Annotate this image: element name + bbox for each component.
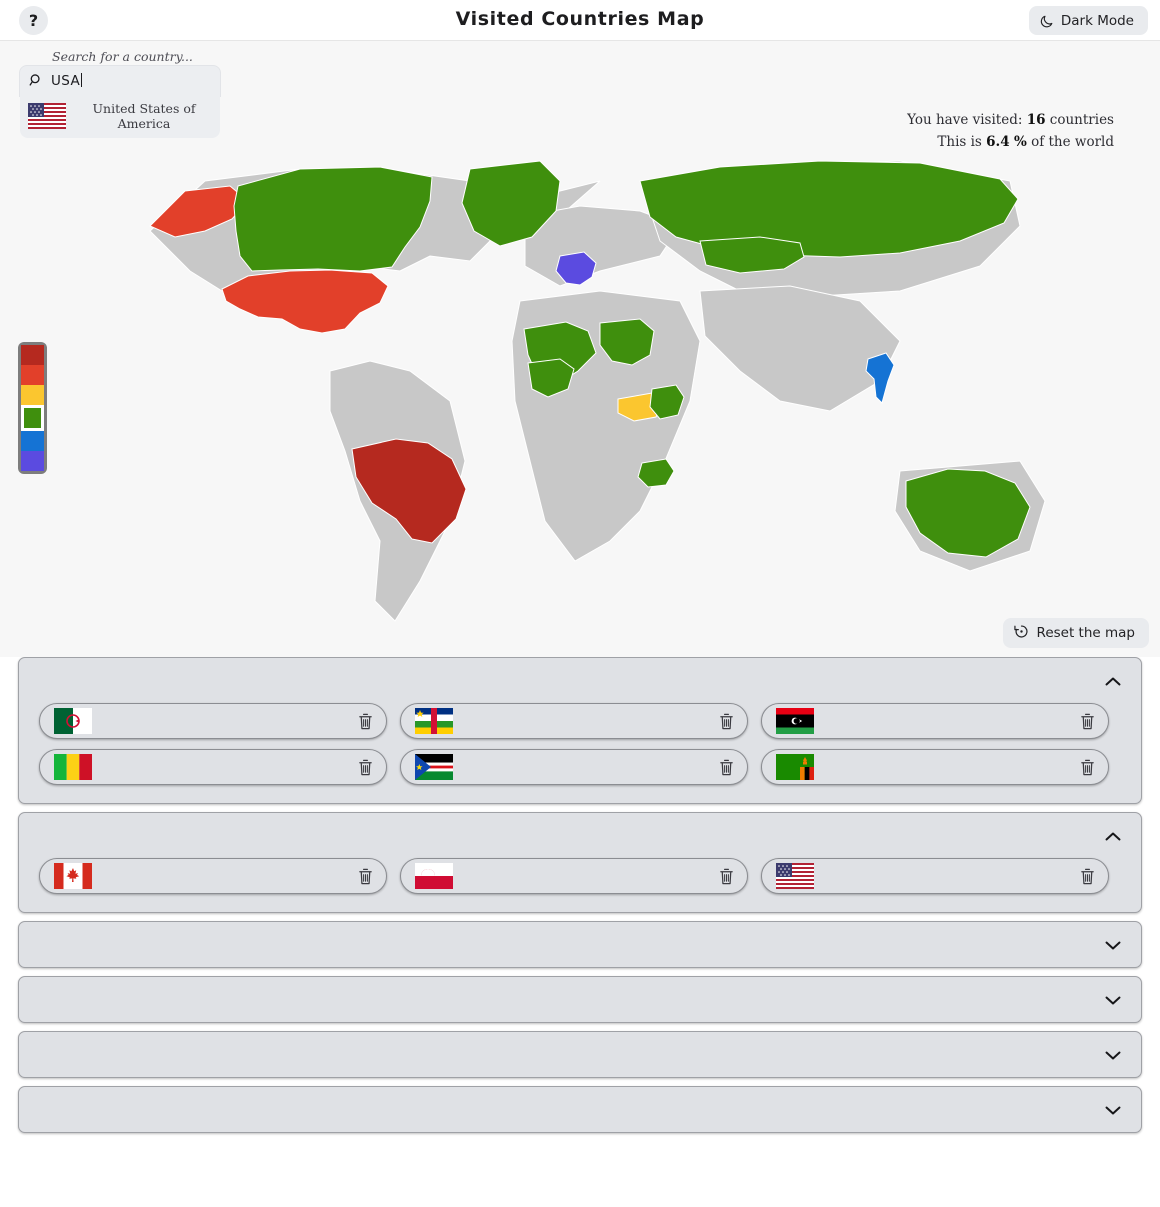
continent-section-header[interactable] [19, 977, 1141, 1022]
continent-section [18, 1031, 1142, 1078]
flag-icon-ly [776, 708, 814, 734]
delete-country-button[interactable] [354, 710, 376, 732]
moon-icon [1040, 14, 1054, 28]
search-label: Search for a country... [52, 49, 193, 64]
palette-swatch-4[interactable] [21, 431, 44, 451]
map-area[interactable]: Search for a country... USA United State… [0, 41, 1160, 657]
palette-swatch-5[interactable] [21, 451, 44, 471]
country-card[interactable] [400, 703, 748, 739]
search-input[interactable]: USA [20, 66, 220, 96]
country-card[interactable] [39, 858, 387, 894]
search-value: USA [51, 73, 81, 89]
visited-prefix: You have visited: [907, 112, 1023, 128]
chevron-down-icon[interactable] [1105, 1045, 1121, 1064]
continent-list [0, 657, 1160, 1133]
palette-swatch-0[interactable] [21, 345, 44, 365]
page-title: Visited Countries Map [455, 8, 705, 30]
visited-count-line: You have visited: 16 countries [907, 109, 1114, 131]
delete-country-button[interactable] [1076, 756, 1098, 778]
chevron-up-icon[interactable] [1105, 671, 1121, 690]
text-caret [81, 73, 83, 87]
continent-section [18, 1086, 1142, 1133]
continent-section-header[interactable] [19, 922, 1141, 967]
visited-suffix: countries [1049, 112, 1114, 128]
search-panel[interactable]: Search for a country... USA United State… [20, 49, 220, 138]
country-card[interactable] [39, 749, 387, 785]
continent-section-body [19, 858, 1141, 912]
search-suggestion-name: United States of America [92, 101, 196, 131]
country-card[interactable] [761, 749, 1109, 785]
continent-section [18, 812, 1142, 913]
flag-icon-ss [415, 754, 453, 780]
chevron-down-icon[interactable] [1105, 1100, 1121, 1119]
reset-map-button[interactable]: Reset the map [1002, 618, 1149, 648]
reset-map-label: Reset the map [1036, 625, 1135, 641]
flag-icon-ml [54, 754, 92, 780]
country-card[interactable] [39, 703, 387, 739]
reset-icon [1013, 624, 1029, 643]
country-card[interactable] [400, 749, 748, 785]
country-card[interactable] [761, 858, 1109, 894]
visited-count: 16 [1026, 112, 1046, 128]
percent-prefix: This is [937, 134, 982, 150]
chevron-down-icon[interactable] [1105, 990, 1121, 1009]
delete-country-button[interactable] [354, 756, 376, 778]
percent-unit: % [1013, 134, 1027, 150]
delete-country-button[interactable] [354, 865, 376, 887]
palette-swatch-1[interactable] [21, 365, 44, 385]
delete-country-button[interactable] [1076, 710, 1098, 732]
color-palette[interactable] [18, 342, 47, 474]
chevron-up-icon[interactable] [1105, 826, 1121, 845]
dark-mode-toggle[interactable]: Dark Mode [1028, 6, 1148, 35]
delete-country-button[interactable] [1076, 865, 1098, 887]
flag-icon-gl [415, 863, 453, 889]
continent-section-header[interactable] [19, 1032, 1141, 1077]
flag-icon-us [776, 863, 814, 889]
visit-stats: You have visited: 16 countries This is 6… [907, 109, 1114, 153]
continent-section [18, 921, 1142, 968]
percent-value: 6.4 [986, 134, 1010, 150]
palette-swatch-3[interactable] [21, 405, 44, 431]
flag-icon-ca [54, 863, 92, 889]
chevron-down-icon[interactable] [1105, 935, 1121, 954]
flag-icon-dz [54, 708, 92, 734]
delete-country-button[interactable] [715, 710, 737, 732]
dark-mode-label: Dark Mode [1060, 12, 1134, 29]
flag-icon-us [28, 103, 66, 129]
search-icon [29, 72, 43, 91]
continent-section-header[interactable] [19, 813, 1141, 858]
app-header: ? Visited Countries Map Dark Mode [0, 0, 1160, 41]
flag-icon-cf [415, 708, 453, 734]
delete-country-button[interactable] [715, 865, 737, 887]
continent-section [18, 976, 1142, 1023]
continent-section-body [19, 703, 1141, 803]
flag-icon-zm [776, 754, 814, 780]
continent-section [18, 657, 1142, 804]
delete-country-button[interactable] [715, 756, 737, 778]
palette-swatch-2[interactable] [21, 385, 44, 405]
world-percent-line: This is 6.4 % of the world [907, 131, 1114, 153]
country-card[interactable] [761, 703, 1109, 739]
percent-suffix: of the world [1031, 134, 1114, 150]
continent-section-header[interactable] [19, 658, 1141, 703]
search-suggestion-item[interactable]: United States of America [20, 96, 220, 138]
continent-section-header[interactable] [19, 1087, 1141, 1132]
country-card[interactable] [400, 858, 748, 894]
